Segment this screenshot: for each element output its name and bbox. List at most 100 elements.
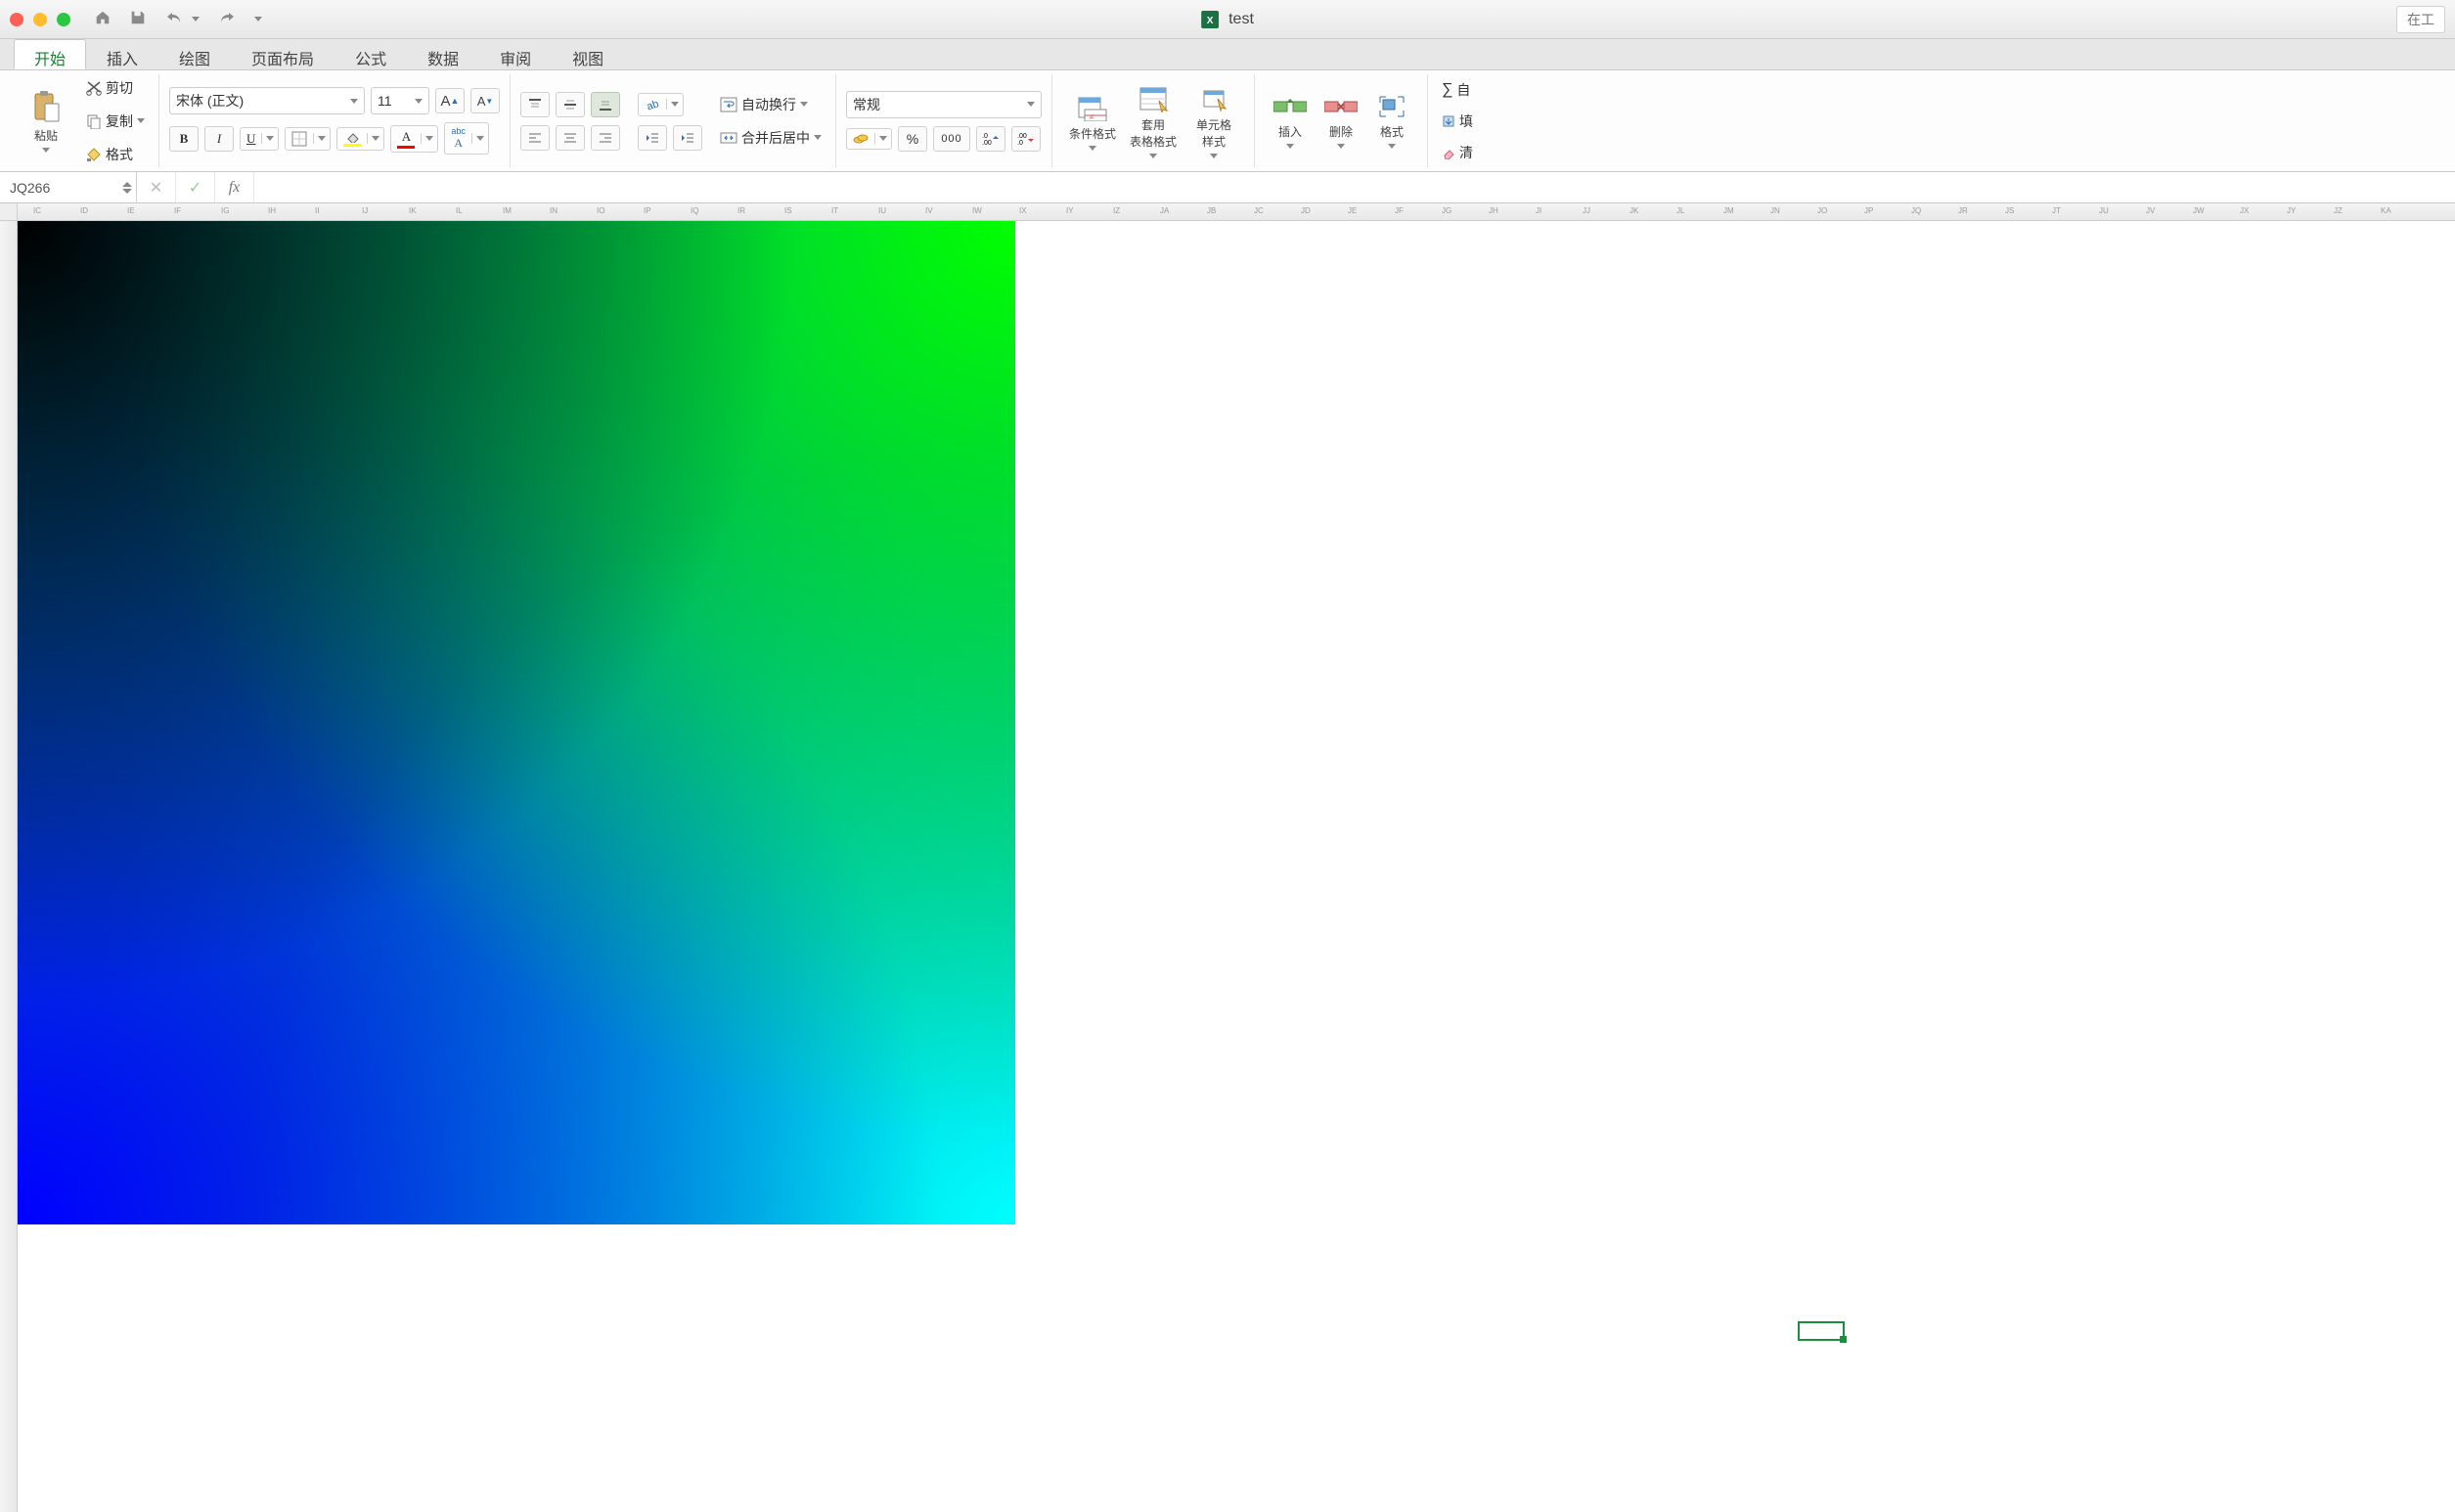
zoom-window[interactable] — [57, 13, 70, 26]
paste-button[interactable]: 粘贴 — [16, 76, 76, 166]
col-header-IR[interactable]: IR — [737, 206, 745, 215]
shrink-font-button[interactable]: A▼ — [470, 88, 500, 113]
copy-button[interactable]: 复制 — [82, 110, 149, 133]
col-header-JE[interactable]: JE — [1348, 206, 1357, 215]
minimize-window[interactable] — [33, 13, 47, 26]
col-header-IC[interactable]: IC — [33, 206, 41, 215]
align-left-button[interactable] — [520, 125, 550, 151]
align-right-button[interactable] — [591, 125, 620, 151]
name-box[interactable]: JQ266 — [0, 172, 137, 202]
increase-indent-button[interactable] — [673, 125, 702, 151]
col-header-JX[interactable]: JX — [2240, 206, 2249, 215]
col-header-JZ[interactable]: JZ — [2334, 206, 2343, 215]
col-header-JG[interactable]: JG — [1442, 206, 1451, 215]
col-header-IP[interactable]: IP — [644, 206, 651, 215]
decrease-decimal-button[interactable]: .00.0 — [1011, 126, 1041, 152]
tab-draw[interactable]: 绘图 — [158, 39, 231, 69]
save-icon[interactable] — [129, 9, 147, 29]
decrease-indent-button[interactable] — [638, 125, 667, 151]
tab-review[interactable]: 审阅 — [479, 39, 552, 69]
format-cells-button[interactable]: 格式 — [1366, 76, 1417, 166]
col-header-JP[interactable]: JP — [1864, 206, 1873, 215]
fill-handle[interactable] — [1840, 1336, 1847, 1343]
col-header-JK[interactable]: JK — [1629, 206, 1638, 215]
tab-home[interactable]: 开始 — [14, 39, 86, 69]
col-header-JL[interactable]: JL — [1676, 206, 1684, 215]
col-header-IN[interactable]: IN — [550, 206, 558, 215]
name-box-up[interactable] — [122, 182, 132, 187]
col-header-JM[interactable]: JM — [1723, 206, 1734, 215]
conditional-formatting-button[interactable]: ≠ 条件格式 — [1062, 76, 1123, 166]
col-header-II[interactable]: II — [315, 206, 319, 215]
col-header-IV[interactable]: IV — [925, 206, 933, 215]
col-header-IG[interactable]: IG — [221, 206, 229, 215]
font-name-select[interactable]: 宋体 (正文) — [169, 87, 365, 114]
clear-button[interactable]: 清 — [1438, 141, 1477, 164]
align-middle-button[interactable] — [556, 92, 585, 117]
tab-insert[interactable]: 插入 — [86, 39, 158, 69]
status-right[interactable]: 在工 — [2396, 6, 2445, 33]
tab-page-layout[interactable]: 页面布局 — [231, 39, 335, 69]
col-header-JQ[interactable]: JQ — [1911, 206, 1921, 215]
col-header-JS[interactable]: JS — [2005, 206, 2014, 215]
col-header-JY[interactable]: JY — [2287, 206, 2296, 215]
orientation-button[interactable]: ab — [638, 93, 684, 116]
home-icon[interactable] — [94, 9, 112, 29]
borders-button[interactable] — [285, 127, 331, 151]
insert-cells-button[interactable]: 插入 — [1265, 76, 1316, 166]
col-header-JC[interactable]: JC — [1254, 206, 1264, 215]
percent-button[interactable]: % — [898, 126, 927, 152]
format-as-table-button[interactable]: 套用 表格格式 — [1123, 76, 1183, 166]
col-header-JT[interactable]: JT — [2052, 206, 2061, 215]
tab-data[interactable]: 数据 — [407, 39, 479, 69]
align-top-button[interactable] — [520, 92, 550, 117]
currency-button[interactable] — [846, 128, 892, 150]
row-headers[interactable] — [0, 221, 18, 1512]
name-box-down[interactable] — [122, 189, 132, 194]
col-header-IQ[interactable]: IQ — [691, 206, 698, 215]
delete-cells-button[interactable]: 删除 — [1316, 76, 1366, 166]
col-header-JA[interactable]: JA — [1160, 206, 1169, 215]
col-header-IW[interactable]: IW — [972, 206, 982, 215]
col-header-JU[interactable]: JU — [2099, 206, 2109, 215]
select-all-corner[interactable] — [0, 203, 18, 220]
undo-dropdown[interactable] — [192, 17, 200, 22]
col-header-JR[interactable]: JR — [1958, 206, 1968, 215]
tab-view[interactable]: 视图 — [552, 39, 624, 69]
col-header-IO[interactable]: IO — [597, 206, 604, 215]
tab-formulas[interactable]: 公式 — [335, 39, 407, 69]
formula-input[interactable] — [254, 172, 2455, 202]
italic-button[interactable]: I — [204, 126, 234, 152]
col-header-IS[interactable]: IS — [784, 206, 792, 215]
col-header-IY[interactable]: IY — [1066, 206, 1074, 215]
col-header-IJ[interactable]: IJ — [362, 206, 368, 215]
bold-button[interactable]: B — [169, 126, 199, 152]
fill-color-button[interactable] — [336, 127, 384, 151]
col-header-IZ[interactable]: IZ — [1113, 206, 1120, 215]
increase-decimal-button[interactable]: .0.00 — [976, 126, 1005, 152]
font-size-select[interactable]: 11 — [371, 87, 429, 114]
col-header-IU[interactable]: IU — [878, 206, 886, 215]
phonetic-button[interactable]: abcA — [444, 122, 489, 155]
col-header-IL[interactable]: IL — [456, 206, 463, 215]
col-header-IF[interactable]: IF — [174, 206, 181, 215]
underline-button[interactable]: U — [240, 127, 279, 151]
col-header-IE[interactable]: IE — [127, 206, 135, 215]
comma-button[interactable]: 000 — [933, 126, 970, 152]
format-painter-button[interactable]: 格式 — [82, 143, 149, 166]
col-header-JN[interactable]: JN — [1770, 206, 1780, 215]
col-header-IM[interactable]: IM — [503, 206, 512, 215]
grow-font-button[interactable]: A▲ — [435, 88, 465, 113]
col-header-JV[interactable]: JV — [2146, 206, 2155, 215]
col-header-JW[interactable]: JW — [2193, 206, 2205, 215]
col-header-IH[interactable]: IH — [268, 206, 276, 215]
col-header-JH[interactable]: JH — [1489, 206, 1498, 215]
close-window[interactable] — [10, 13, 23, 26]
wrap-text-button[interactable]: 自动换行 — [716, 93, 826, 116]
cell-styles-button[interactable]: 单元格 样式 — [1183, 76, 1244, 166]
col-header-IK[interactable]: IK — [409, 206, 417, 215]
autosum-button[interactable]: ∑自 — [1438, 78, 1477, 102]
col-header-IX[interactable]: IX — [1019, 206, 1027, 215]
col-header-IT[interactable]: IT — [831, 206, 838, 215]
cell-grid[interactable] — [18, 221, 2455, 1512]
